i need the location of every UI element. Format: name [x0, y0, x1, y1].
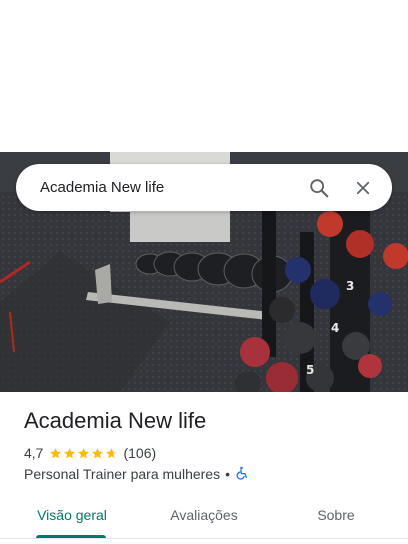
active-tab-indicator	[36, 535, 106, 538]
half-star-icon	[106, 447, 118, 458]
svg-text:5: 5	[306, 363, 314, 377]
tab-reviews[interactable]: Avaliações	[158, 495, 250, 535]
star-icon	[50, 447, 62, 458]
tab-bar: Visão geral Avaliações Sobre	[0, 495, 408, 539]
star-icon	[64, 447, 76, 458]
star-icon	[92, 447, 104, 458]
wheelchair-icon	[235, 466, 249, 483]
place-name: Academia New life	[24, 408, 207, 433]
category-row: Personal Trainer para mulheres •	[24, 465, 249, 483]
rating-row[interactable]: 4,7 (106)	[24, 444, 156, 462]
star-icon	[78, 447, 90, 458]
review-count[interactable]: (106)	[123, 445, 156, 461]
search-bar[interactable]: Academia New life	[16, 164, 392, 211]
tab-about[interactable]: Sobre	[300, 495, 372, 535]
svg-text:3: 3	[346, 279, 354, 293]
rating-value: 4,7	[24, 445, 44, 461]
close-icon[interactable]	[346, 171, 380, 205]
tab-overview[interactable]: Visão geral	[28, 495, 116, 535]
svg-text:4: 4	[331, 321, 339, 335]
search-icon[interactable]	[302, 171, 336, 205]
star-rating	[49, 447, 119, 460]
place-category: Personal Trainer para mulheres	[24, 466, 221, 482]
separator-dot: •	[225, 466, 231, 482]
search-query-text[interactable]: Academia New life	[40, 179, 292, 196]
